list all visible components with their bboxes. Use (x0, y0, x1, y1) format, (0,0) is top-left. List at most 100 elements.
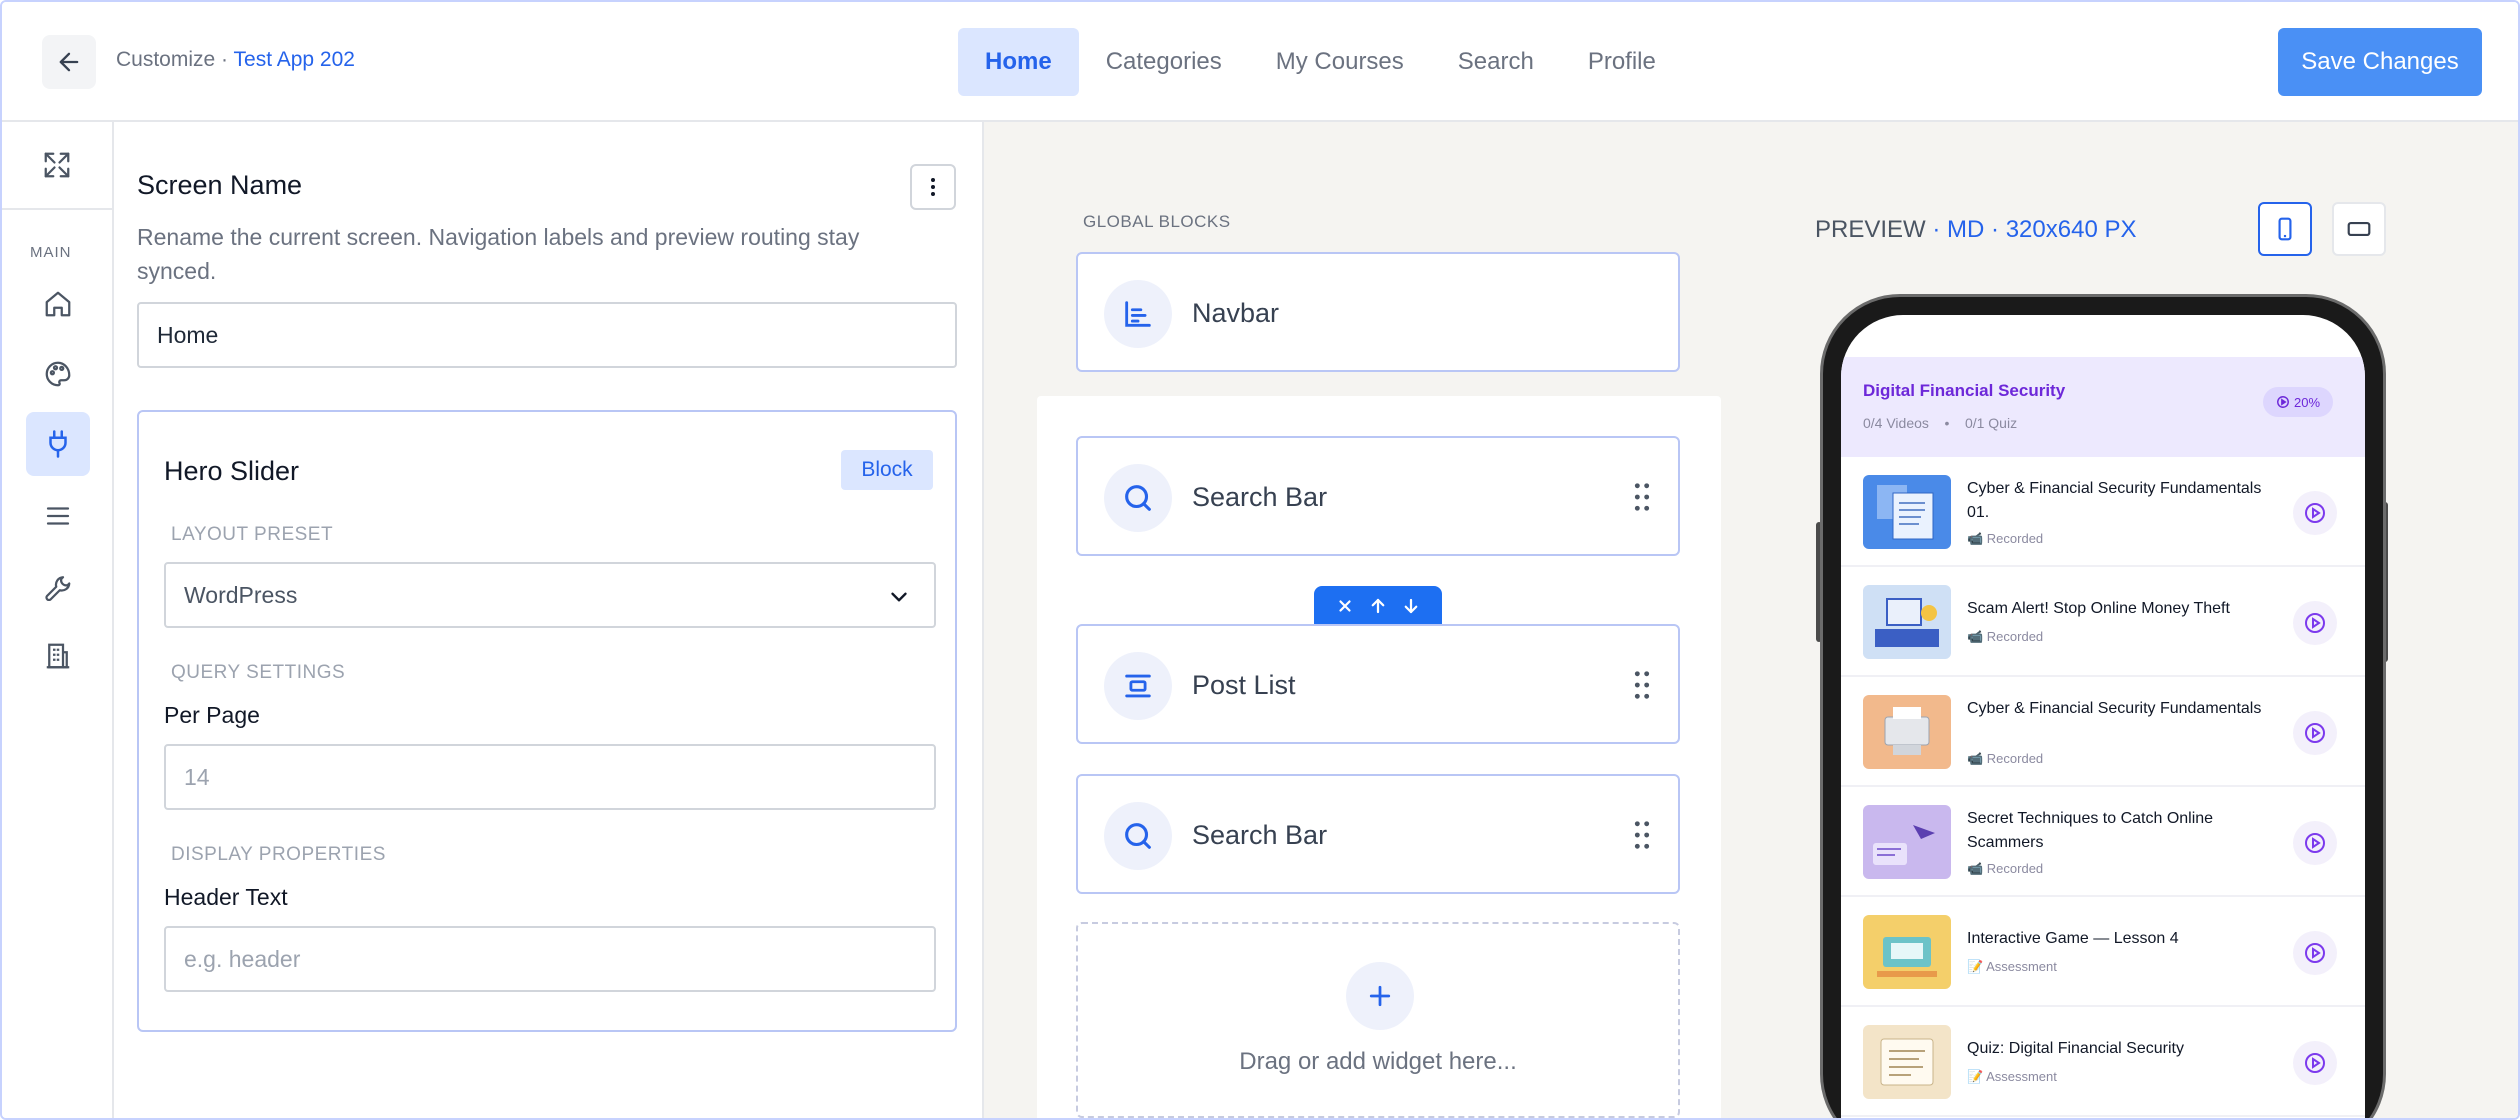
arrow-down-icon[interactable] (1402, 597, 1420, 615)
rail-item-integrations[interactable] (26, 412, 90, 476)
hero-slider-card: Hero Slider Block LAYOUT PRESET WordPres… (137, 410, 957, 1032)
search-block-icon-wrap (1104, 802, 1172, 870)
palette-icon (45, 361, 71, 387)
preview-size: MD (1947, 216, 1985, 243)
more-options-button[interactable] (910, 164, 956, 210)
block-badge: Block (841, 450, 933, 490)
play-circle-icon (2305, 1053, 2325, 1073)
play-circle-icon (2305, 943, 2325, 963)
lesson-thumbnail (1863, 915, 1951, 989)
per-page-input[interactable]: 14 (164, 744, 936, 810)
hero-slider-title: Hero Slider (164, 456, 300, 486)
per-page-label: Per Page (164, 702, 260, 728)
course-header[interactable]: Digital Financial Security 0/4 Videos • … (1841, 357, 2365, 457)
rail-section-label: MAIN (30, 244, 72, 261)
lesson-thumbnail (1863, 695, 1951, 769)
wrench-icon (45, 576, 71, 601)
home-icon (45, 291, 71, 317)
lesson-item[interactable]: Cyber & Financial Security Fundamentals … (1841, 457, 2365, 567)
close-icon[interactable] (1336, 597, 1354, 615)
layout-preset-value: WordPress (184, 581, 298, 608)
back-button[interactable] (42, 35, 96, 89)
block-name: Search Bar (1192, 482, 1328, 512)
more-vertical-icon (931, 178, 935, 196)
block-name: Search Bar (1192, 820, 1328, 850)
search-icon (1125, 823, 1151, 849)
lesson-tag: 📹 Recorded (1967, 861, 2044, 876)
preview-dims: 320x640 PX (2005, 216, 2137, 243)
builder-canvas: GLOBAL BLOCKS Navbar Search Bar Post Lis (984, 122, 2518, 1118)
rail-item-theme[interactable] (26, 342, 90, 406)
course-meta-separator: • (1944, 415, 1950, 431)
preview-separator: · (1932, 216, 1941, 243)
expand-icon (44, 152, 70, 178)
play-circle-icon (2305, 613, 2325, 633)
expand-button[interactable] (2, 122, 112, 210)
lesson-tag: 📝 Assessment (1967, 959, 2057, 974)
lesson-item[interactable]: Cyber & Financial Security Fundamentals … (1841, 677, 2365, 787)
phone-preview: Digital Financial Security 0/4 Videos • … (1820, 294, 2386, 1118)
top-bar: Customize · Test App 202 Home Categories… (2, 2, 2518, 122)
layout-preset-label: LAYOUT PRESET (171, 524, 334, 545)
lesson-tag: 📹 Recorded (1967, 531, 2044, 546)
lesson-thumbnail (1863, 475, 1951, 549)
lesson-item[interactable]: Quiz: Digital Financial Security 📝 Asses… (1841, 1007, 2365, 1117)
tablet-landscape-icon (2347, 221, 2371, 237)
drop-zone-text: Drag or add widget here... (1239, 1048, 1517, 1075)
drag-handle-icon[interactable] (1632, 820, 1652, 850)
rail-item-menu[interactable] (26, 484, 90, 548)
navbar-block-icon-wrap (1104, 280, 1172, 348)
search-icon (1125, 485, 1151, 511)
block-search-bar[interactable]: Search Bar (1076, 436, 1680, 556)
arrow-left-icon (59, 52, 79, 72)
global-blocks-label: GLOBAL BLOCKS (1083, 212, 1231, 231)
rail-item-home[interactable] (26, 272, 90, 336)
lesson-play-button[interactable] (2293, 821, 2337, 865)
screen-name-input[interactable]: Home (137, 302, 957, 368)
block-post-list[interactable]: Post List (1076, 624, 1680, 744)
add-widget-zone[interactable]: Drag or add widget here... (1076, 922, 1680, 1118)
rail-item-tools[interactable] (26, 554, 90, 618)
lesson-item[interactable]: Scam Alert! Stop Online Money Theft 📹 Re… (1841, 567, 2365, 677)
lesson-thumbnail-image (1863, 915, 1951, 989)
tab-home[interactable]: Home (958, 28, 1079, 96)
lesson-thumbnail-image (1863, 585, 1951, 659)
layout-preset-select[interactable]: WordPress (164, 562, 936, 628)
lesson-title: Interactive Game — Lesson 4 (1967, 930, 2179, 947)
course-quiz: 0/1 Quiz (1964, 415, 2018, 431)
block-name: Post List (1192, 670, 1296, 700)
settings-panel: Screen Name Rename the current screen. N… (114, 122, 984, 1118)
drag-handle-icon[interactable] (1632, 482, 1652, 512)
tab-search[interactable]: Search (1431, 28, 1561, 96)
plus-icon (1369, 985, 1391, 1007)
lesson-play-button[interactable] (2293, 1041, 2337, 1085)
course-title: Digital Financial Security (1863, 381, 2066, 400)
tab-categories[interactable]: Categories (1079, 28, 1249, 96)
lesson-play-button[interactable] (2293, 931, 2337, 975)
lesson-item[interactable]: Secret Techniques to Catch Online Scamme… (1841, 787, 2365, 897)
lesson-play-button[interactable] (2293, 491, 2337, 535)
block-search-bar[interactable]: Search Bar (1076, 774, 1680, 894)
landscape-mode-button[interactable] (2332, 202, 2386, 256)
rail-item-organization[interactable] (26, 624, 90, 688)
play-circle-icon (2305, 833, 2325, 853)
lesson-item[interactable]: Interactive Game — Lesson 4 📝 Assessment (1841, 897, 2365, 1007)
header-text-input[interactable]: e.g. header (164, 926, 936, 992)
arrow-up-icon[interactable] (1369, 597, 1387, 615)
block-navbar[interactable]: Navbar (1076, 252, 1680, 372)
portrait-mode-button[interactable] (2258, 202, 2312, 256)
lesson-play-button[interactable] (2293, 711, 2337, 755)
add-widget-button[interactable] (1346, 962, 1414, 1030)
lesson-thumbnail-image (1863, 695, 1951, 769)
tab-profile[interactable]: Profile (1561, 28, 1683, 96)
display-properties-label: DISPLAY PROPERTIES (171, 844, 386, 865)
lesson-thumbnail (1863, 1025, 1951, 1099)
lesson-thumbnail (1863, 805, 1951, 879)
tab-my-courses[interactable]: My Courses (1249, 28, 1431, 96)
save-changes-button[interactable]: Save Changes (2278, 28, 2482, 96)
lesson-play-button[interactable] (2293, 601, 2337, 645)
play-circle-icon (2305, 503, 2325, 523)
breadcrumb-app-name[interactable]: Test App 202 (234, 48, 355, 71)
breadcrumb-separator: · (221, 48, 229, 71)
drag-handle-icon[interactable] (1632, 670, 1652, 700)
